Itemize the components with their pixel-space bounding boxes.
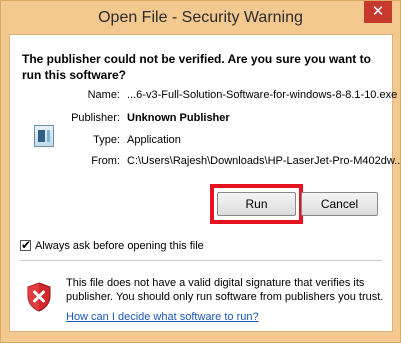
dialog-content: The publisher could not be verified. Are… <box>9 34 401 332</box>
divider <box>20 260 382 261</box>
dialog-title: Open File - Security Warning <box>98 9 303 26</box>
from-value: C:\Users\Rajesh\Downloads\HP-LaserJet-Pr… <box>127 155 401 167</box>
name-label: Name: <box>87 89 120 101</box>
warning-message: This file does not have a valid digital … <box>66 277 384 303</box>
type-label: Type: <box>93 134 120 146</box>
type-row: Type: Application <box>10 131 394 149</box>
run-button[interactable]: Run <box>217 192 296 216</box>
help-link[interactable]: How can I decide what software to run? <box>66 310 259 324</box>
from-label: From: <box>91 155 120 167</box>
warning-headline: The publisher could not be verified. Are… <box>22 52 371 82</box>
from-row: From: C:\Users\Rajesh\Downloads\HP-Laser… <box>10 152 401 170</box>
checkmark-icon: ✔ <box>21 238 32 252</box>
close-button[interactable]: ✕ <box>364 1 392 23</box>
publisher-row: Publisher: Unknown Publisher <box>10 109 394 127</box>
close-icon: ✕ <box>371 3 385 20</box>
cancel-button[interactable]: Cancel <box>301 192 378 216</box>
type-value: Application <box>127 134 181 146</box>
always-ask-label: Always ask before opening this file <box>35 240 204 252</box>
security-warning-dialog: Open File - Security Warning ✕ The publi… <box>0 0 401 343</box>
name-row: Name: ...6-v3-Full-Solution-Software-for… <box>10 86 398 104</box>
security-shield-icon <box>27 282 51 312</box>
always-ask-option[interactable]: ✔ Always ask before opening this file <box>20 238 204 254</box>
name-value: ...6-v3-Full-Solution-Software-for-windo… <box>127 89 398 101</box>
always-ask-checkbox[interactable]: ✔ <box>20 238 32 252</box>
publisher-value: Unknown Publisher <box>127 112 230 124</box>
publisher-label: Publisher: <box>71 112 120 124</box>
